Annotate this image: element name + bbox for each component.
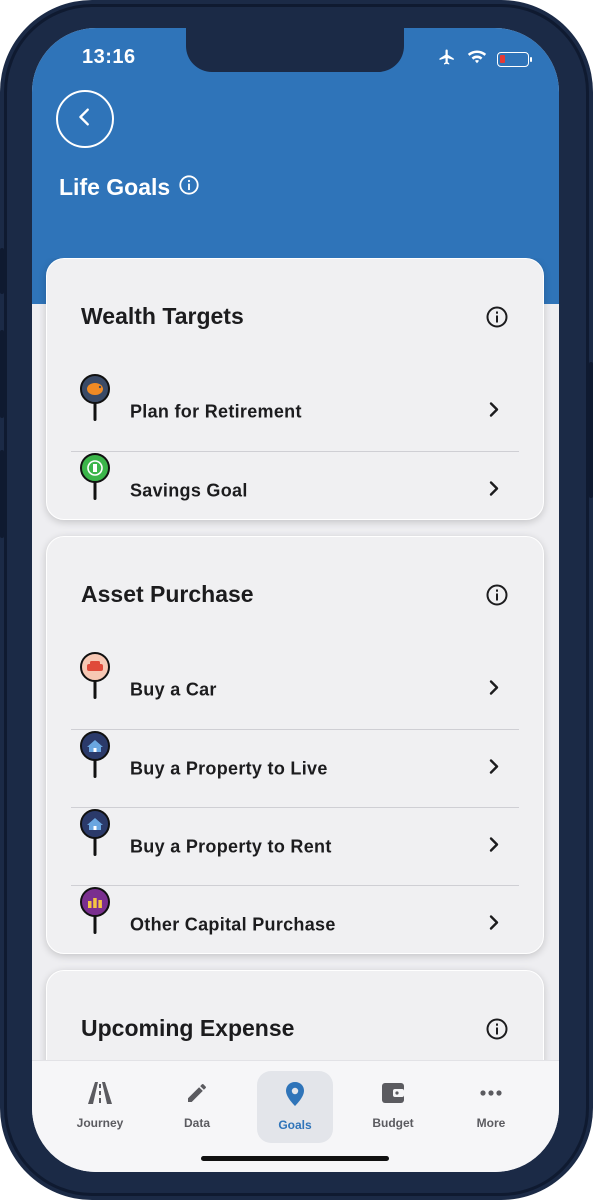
phone-side-button [589, 362, 593, 498]
notch [186, 28, 404, 72]
road-icon [87, 1081, 113, 1110]
section-card-asset-purchase: Asset Purchase Buy a Car Buy a Property [46, 536, 544, 954]
goal-label: Buy a Property to Rent [130, 836, 332, 856]
section-card-wealth-targets: Wealth Targets Plan for Retirement Savin [46, 258, 544, 520]
goal-row-other-capital-purchase[interactable]: Other Capital Purchase [71, 885, 519, 963]
tab-budget[interactable]: Budget [355, 1071, 431, 1143]
battery-icon [497, 52, 532, 67]
status-icons [437, 48, 532, 71]
goal-label: Other Capital Purchase [130, 914, 336, 934]
chevron-right-icon [487, 758, 501, 779]
goals-scroll-area[interactable]: Wealth Targets Plan for Retirement Savin [32, 258, 559, 1060]
chevron-right-icon [487, 680, 501, 701]
chevron-right-icon [487, 836, 501, 857]
tab-label: Journey [76, 1116, 124, 1130]
phone-side-button [0, 330, 4, 418]
tab-label: Goals [278, 1118, 312, 1132]
location-pin-icon [283, 1081, 307, 1112]
section-card-upcoming-expense: Upcoming Expense [46, 970, 544, 1060]
info-icon[interactable] [178, 174, 200, 201]
pound-savings-icon [79, 452, 111, 507]
chart-bars-icon [79, 886, 111, 941]
goal-row-savings-goal[interactable]: Savings Goal [71, 451, 519, 529]
tab-label: Data [183, 1116, 210, 1130]
page-header: Life Goals [59, 174, 200, 201]
goal-label: Savings Goal [130, 480, 248, 500]
pencil-icon [185, 1081, 209, 1110]
goal-row-buy-property-to-live[interactable]: Buy a Property to Live [71, 729, 519, 807]
app-screen: 13:16 Life Goals Wealth Targets Plan for… [32, 28, 559, 1172]
tab-data[interactable]: Data [159, 1071, 235, 1143]
tab-journey[interactable]: Journey [62, 1071, 138, 1143]
section-title: Asset Purchase [81, 581, 254, 607]
section-title: Wealth Targets [81, 303, 244, 329]
wallet-icon [380, 1081, 406, 1110]
tab-goals[interactable]: Goals [257, 1071, 333, 1143]
wifi-icon [467, 49, 487, 70]
goal-row-buy-a-car[interactable]: Buy a Car [71, 651, 519, 729]
status-time: 13:16 [82, 46, 136, 68]
goal-label: Buy a Property to Live [130, 758, 328, 778]
tab-more[interactable]: More [453, 1071, 529, 1143]
chevron-right-icon [487, 402, 501, 423]
page-title: Life Goals [59, 174, 171, 200]
airplane-icon [437, 48, 457, 71]
phone-side-button [0, 450, 4, 538]
goal-row-buy-property-to-rent[interactable]: Buy a Property to Rent [71, 807, 519, 885]
info-icon[interactable] [485, 305, 509, 334]
info-icon[interactable] [485, 1017, 509, 1046]
goal-label: Plan for Retirement [130, 401, 302, 422]
tab-label: More [476, 1116, 506, 1130]
tab-label: Budget [372, 1116, 414, 1130]
more-dots-icon [478, 1081, 504, 1110]
piggy-bank-icon [79, 373, 111, 428]
info-icon[interactable] [485, 583, 509, 612]
home-indicator [201, 1156, 389, 1161]
section-title: Upcoming Expense [81, 1015, 295, 1041]
phone-side-button [0, 248, 4, 294]
house-icon [79, 808, 111, 863]
chevron-left-icon [74, 106, 96, 133]
goal-row-plan-for-retirement[interactable]: Plan for Retirement [71, 373, 519, 451]
chevron-right-icon [487, 914, 501, 935]
house-icon [79, 730, 111, 785]
goal-label: Buy a Car [130, 679, 217, 700]
car-icon [79, 651, 111, 706]
chevron-right-icon [487, 480, 501, 501]
back-button[interactable] [56, 90, 114, 148]
